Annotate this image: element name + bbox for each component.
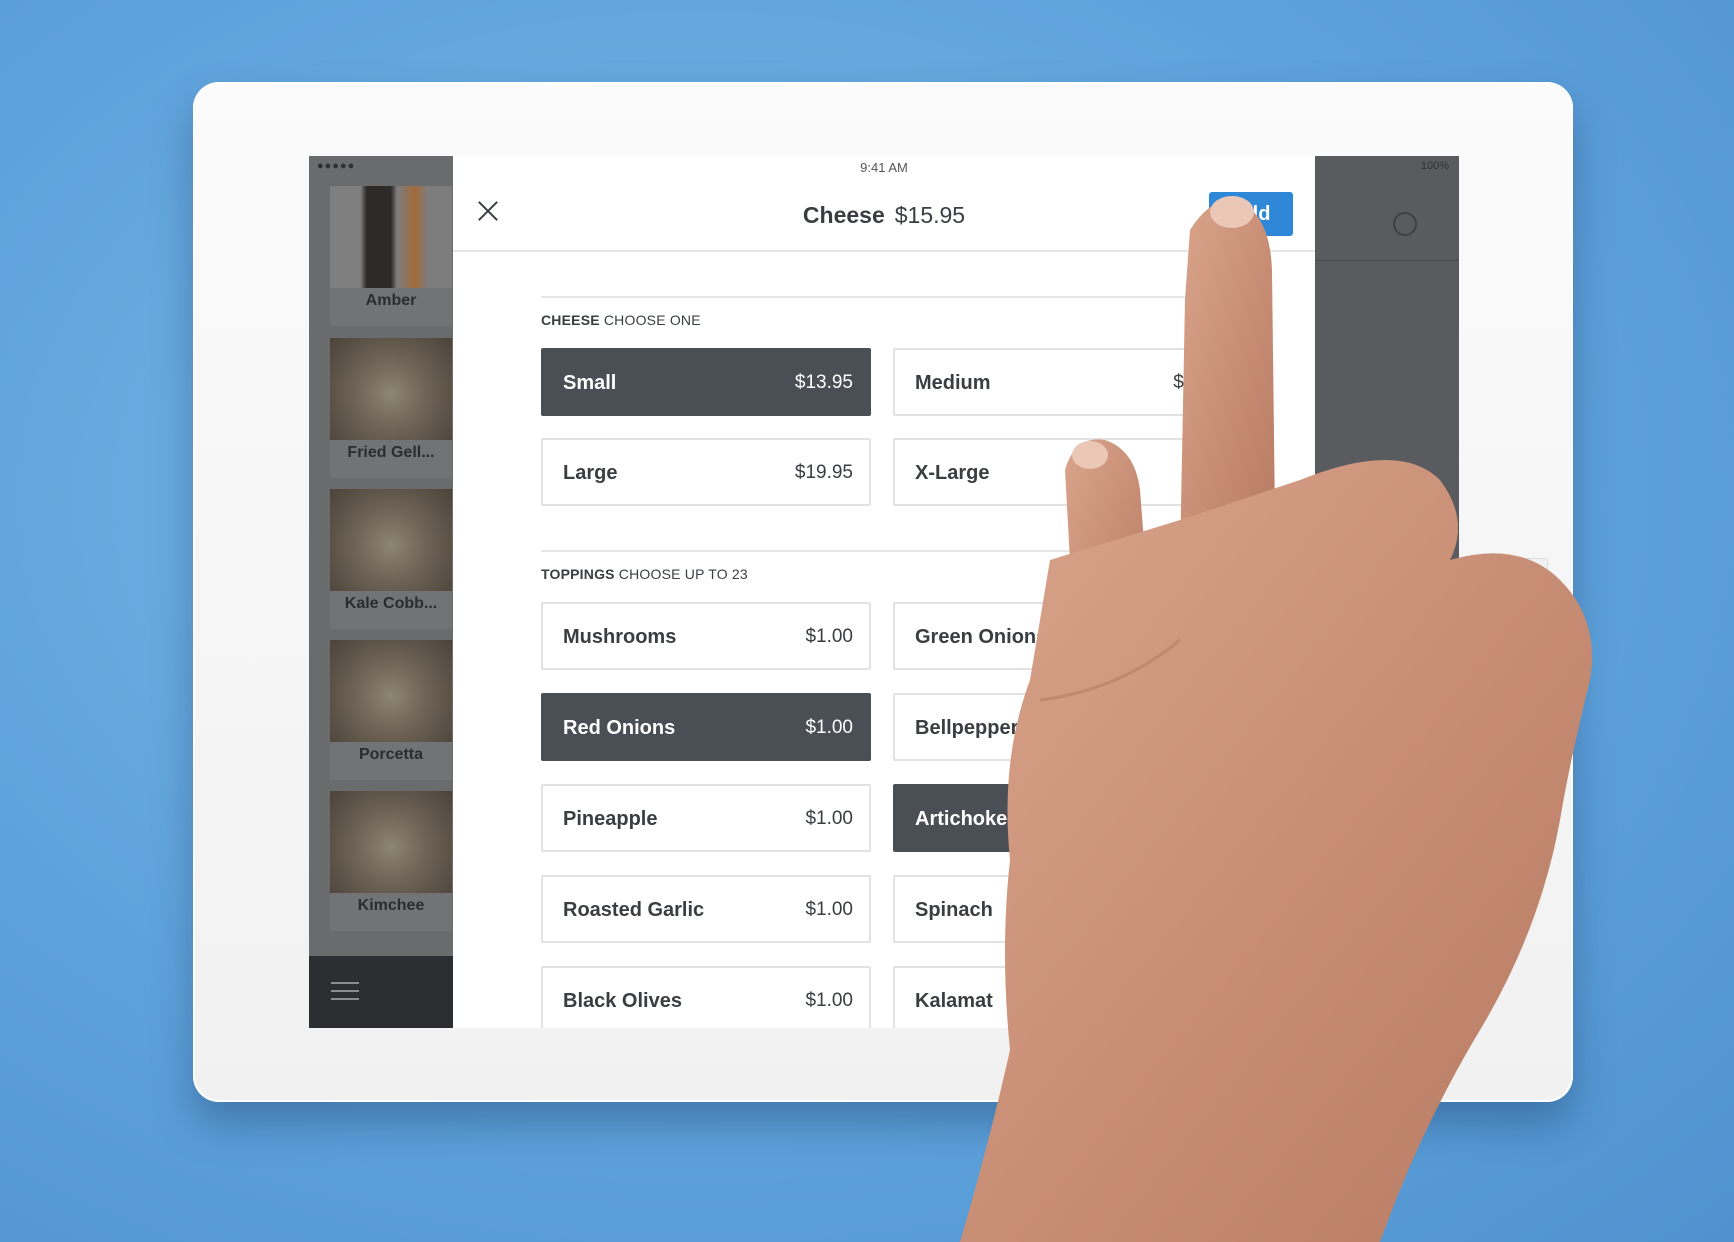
cart-panel-dimmed: 100%	[1315, 156, 1459, 1028]
option-name: Black Olives	[563, 990, 682, 1012]
item-tile-fried[interactable]: Fried Gell...	[330, 338, 452, 478]
option-name: Large	[563, 462, 618, 484]
section-title: TOPPINGS	[541, 566, 615, 582]
option-name: Spinach	[915, 899, 993, 921]
option-price: $2	[1183, 462, 1205, 483]
option-name: Artichoke	[915, 808, 1008, 830]
section-subtitle: CHOOSE ONE	[603, 312, 701, 328]
modal-header: 9:41 AM Cheese $15.95 Add	[453, 156, 1315, 252]
ipad-screen: ●●●●● Amber Fried Gell... Kale Cobb... P…	[309, 156, 1459, 1028]
scene: ●●●●● Amber Fried Gell... Kale Cobb... P…	[0, 0, 1734, 1242]
option-black-olives[interactable]: Black Olives $1.00	[541, 966, 871, 1028]
item-price: $15.95	[894, 202, 966, 228]
item-photo	[330, 338, 452, 440]
carrier-signal: ●●●●●	[317, 160, 356, 172]
option-name: Bellpepper	[915, 717, 1019, 739]
option-price: $1.00	[805, 808, 853, 829]
item-photo	[330, 489, 452, 591]
bottom-nav-bar	[309, 956, 453, 1028]
option-name: Green Onions	[915, 626, 1048, 648]
item-label: Kale Cobb...	[344, 595, 438, 612]
item-photo	[330, 791, 452, 893]
option-name: Medium	[915, 372, 991, 394]
option-small[interactable]: Small $13.95	[541, 348, 871, 416]
cheese-section-label: CHEESE CHOOSE ONE	[541, 312, 701, 328]
section-title: CHEESE	[541, 312, 600, 328]
item-tile-kimchee[interactable]: Kimchee	[330, 791, 452, 931]
section-divider	[541, 296, 1261, 298]
item-label: Kimchee	[357, 897, 425, 914]
option-name: Red Onions	[563, 717, 676, 739]
option-name: Roasted Garlic	[563, 899, 705, 921]
toppings-section-label: TOPPINGS CHOOSE UP TO 23	[541, 566, 748, 582]
option-name: Small	[563, 372, 617, 394]
option-price: $1.00	[805, 626, 853, 647]
option-name: Pineapple	[563, 808, 658, 830]
option-green-onions[interactable]: Green Onions	[893, 602, 1223, 670]
stand-side-button	[1518, 558, 1548, 618]
add-button[interactable]: Add	[1209, 192, 1293, 236]
menu-icon[interactable]	[331, 982, 359, 1000]
option-large[interactable]: Large $19.95	[541, 438, 871, 506]
item-photo	[330, 186, 452, 288]
item-tile-porcetta[interactable]: Porcetta	[330, 640, 452, 780]
option-price: $13.95	[794, 372, 853, 393]
option-bellpepper[interactable]: Bellpepper	[893, 693, 1223, 761]
option-price: $1.00	[805, 990, 853, 1011]
option-name: Kalamat	[915, 990, 993, 1012]
option-name: Mushrooms	[563, 626, 677, 648]
option-x-large[interactable]: X-Large $2	[893, 438, 1223, 506]
option-name: X-Large	[915, 462, 990, 484]
option-price: $1.00	[805, 717, 853, 738]
option-red-onions[interactable]: Red Onions $1.00	[541, 693, 871, 761]
item-tile-amber[interactable]: Amber	[330, 186, 452, 326]
option-mushrooms[interactable]: Mushrooms $1.00	[541, 602, 871, 670]
item-photo	[330, 640, 452, 742]
option-medium[interactable]: Medium $16	[893, 348, 1223, 416]
option-pineapple[interactable]: Pineapple $1.00	[541, 784, 871, 852]
section-divider	[541, 550, 1261, 552]
option-kalamata[interactable]: Kalamat	[893, 966, 1223, 1028]
battery-status: 100%	[1420, 160, 1449, 172]
divider	[1315, 260, 1459, 261]
option-artichoke[interactable]: Artichoke	[893, 784, 1223, 852]
option-roasted-garlic[interactable]: Roasted Garlic $1.00	[541, 875, 871, 943]
item-label: Porcetta	[358, 746, 424, 763]
modal-title: Cheese $15.95	[453, 202, 1315, 229]
item-name: Cheese	[802, 202, 885, 228]
item-grid-left: ●●●●● Amber Fried Gell... Kale Cobb... P…	[309, 156, 453, 1028]
item-label: Amber	[365, 292, 417, 309]
item-label: Fried Gell...	[347, 444, 435, 461]
option-spinach[interactable]: Spinach	[893, 875, 1223, 943]
item-tile-kale[interactable]: Kale Cobb...	[330, 489, 452, 629]
option-price: $16	[1173, 372, 1205, 393]
status-time: 9:41 AM	[860, 160, 908, 175]
item-options-modal: 9:41 AM Cheese $15.95 Add CHEESE CHOOSE O…	[453, 156, 1315, 1028]
section-subtitle: CHOOSE UP TO 23	[618, 566, 748, 582]
option-price: $1.00	[805, 899, 853, 920]
options-circle-icon[interactable]	[1393, 212, 1417, 236]
option-price: $19.95	[794, 462, 853, 483]
